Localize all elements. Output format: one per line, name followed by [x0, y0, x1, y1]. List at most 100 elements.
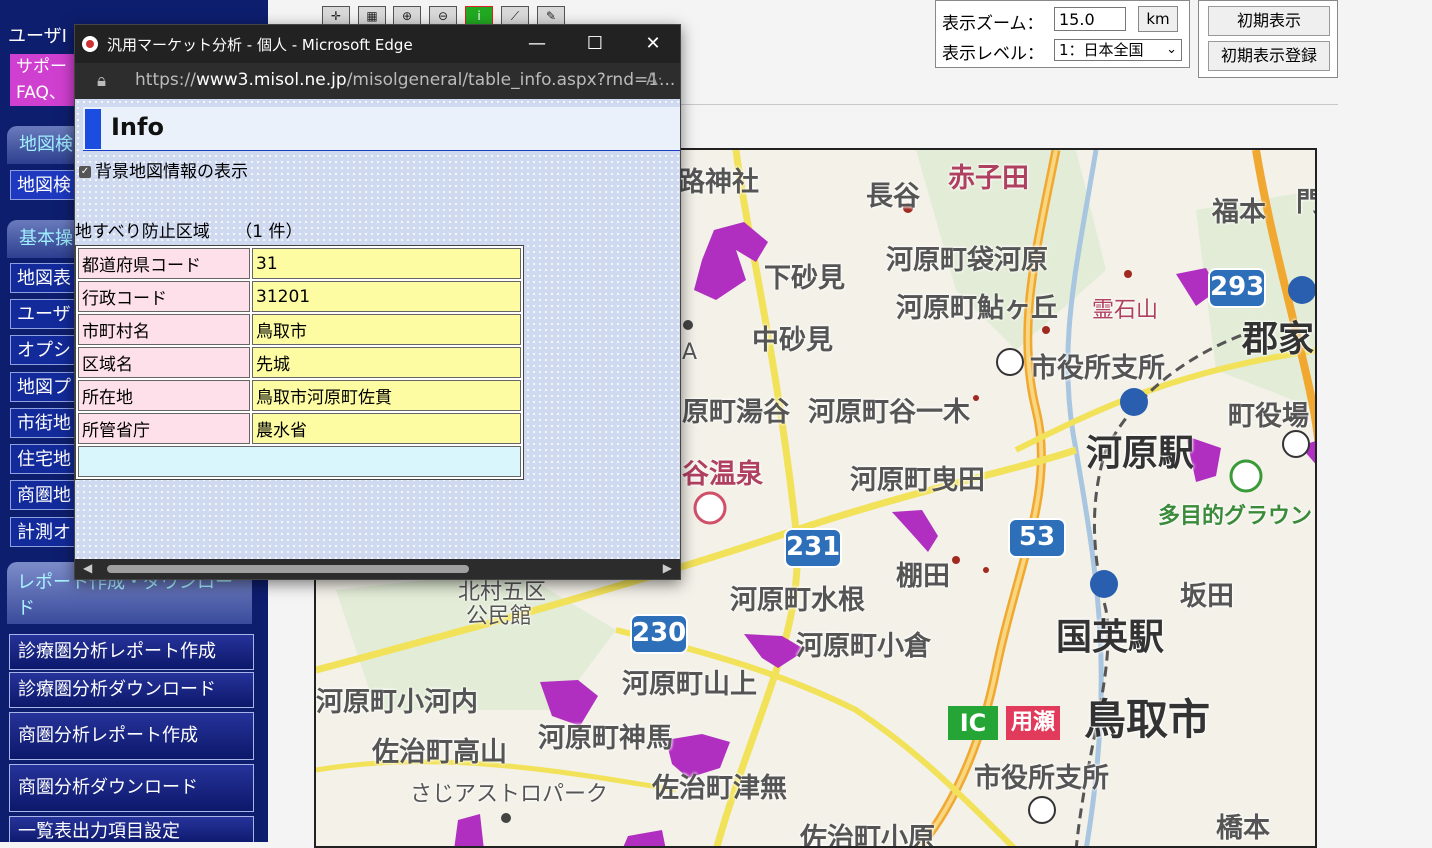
- map-label: A: [682, 340, 698, 365]
- row-value: 鳥取市: [252, 314, 521, 345]
- select-area-icon[interactable]: ▦: [358, 6, 386, 26]
- zoom-in-icon[interactable]: ⊕: [393, 6, 421, 26]
- map-label: 郡家: [1242, 319, 1315, 360]
- ic-badge: IC: [948, 706, 998, 740]
- scroll-left-icon[interactable]: ◀: [83, 561, 92, 575]
- initial-display-button[interactable]: 初期表示: [1208, 6, 1330, 36]
- checkbox-label: 背景地図情報の表示: [95, 162, 248, 182]
- header-accent-bar: [85, 109, 101, 149]
- read-aloud-icon[interactable]: Aᐧ: [646, 70, 662, 90]
- map-label: 路神社: [678, 167, 759, 198]
- url-text[interactable]: https://www3.misol.ne.jp/misolgeneral/ta…: [135, 70, 675, 90]
- map-label: 坂田: [1180, 581, 1234, 612]
- sidebar-title: ユーザI: [8, 26, 67, 47]
- info-popup-window: 汎用マーケット分析 - 個人 - Microsoft Edge — ☐ ✕ 🔒︎…: [74, 24, 681, 580]
- map-label: 国英駅: [1056, 617, 1165, 658]
- table-row: 所管省庁 農水省: [78, 413, 521, 444]
- table-row: 区域名 先城: [78, 347, 521, 378]
- map-label: 佐治町高山: [372, 737, 507, 768]
- minimize-icon[interactable]: —: [517, 29, 557, 59]
- map-label: 河原町袋河原: [886, 245, 1048, 276]
- map-label: 橋本: [1216, 813, 1270, 844]
- table-row-blank: [78, 446, 521, 477]
- list-output-settings-button[interactable]: 一覧表出力項目設定: [9, 816, 254, 842]
- checkbox-checked-icon[interactable]: ✓: [79, 166, 91, 178]
- row-key: 行政コード: [78, 281, 250, 312]
- map-label: 河原町小倉: [796, 631, 931, 662]
- info-table: 都道府県コード 31 行政コード 31201 市町村名 鳥取市 区域名 先城 所在地 鳥取…: [75, 245, 524, 480]
- map-label: 河原町曳田: [850, 465, 985, 496]
- close-icon[interactable]: ✕: [633, 29, 673, 59]
- measure-ruler-icon[interactable]: ⟋: [501, 6, 529, 26]
- row-key: 都道府県コード: [78, 248, 250, 279]
- trade-report-button[interactable]: 商圏分析レポート作成: [9, 712, 254, 760]
- row-key: 所管省庁: [78, 413, 250, 444]
- info-title: Info: [111, 113, 164, 141]
- map-label: 鳥取市: [1084, 695, 1211, 744]
- window-titlebar[interactable]: 汎用マーケット分析 - 個人 - Microsoft Edge — ☐ ✕: [75, 25, 680, 63]
- map-label: 多目的グラウン: [1158, 504, 1313, 529]
- trade-download-button[interactable]: 商圏分析ダウンロード: [9, 764, 254, 812]
- map-label: 河原町小河内: [316, 687, 478, 718]
- table-row: 市町村名 鳥取市: [78, 314, 521, 345]
- map-label: 霊石山: [1092, 298, 1159, 323]
- level-label: 表示レベル：: [942, 44, 1044, 64]
- clinic-report-button[interactable]: 診療圏分析レポート作成: [9, 634, 254, 670]
- map-label: 河原町水根: [730, 585, 865, 616]
- table-row: 都道府県コード 31: [78, 248, 521, 279]
- level-selected-value: 1：日本全国: [1059, 41, 1144, 59]
- map-label: 河原駅: [1086, 433, 1195, 474]
- pen-icon[interactable]: ✎: [537, 6, 565, 26]
- popup-content: Info ✓ 背景地図情報の表示 地すべり防止区域 （1 件） 都道府県コード 31…: [75, 99, 680, 561]
- info-icon[interactable]: i: [465, 6, 493, 26]
- lock-icon: 🔒︎: [97, 71, 107, 91]
- map-label: 河原町鮎ヶ丘: [896, 293, 1058, 324]
- chevron-down-icon: ⌄: [1166, 42, 1177, 57]
- scroll-thumb[interactable]: [107, 565, 469, 573]
- address-bar[interactable]: 🔒︎ https://www3.misol.ne.jp/misolgeneral…: [75, 63, 680, 99]
- clinic-download-button[interactable]: 診療圏分析ダウンロード: [9, 672, 254, 708]
- map-label: 原町湯谷: [682, 397, 790, 428]
- km-button[interactable]: km: [1138, 6, 1178, 32]
- place-badge: 用瀬: [1006, 706, 1060, 740]
- zoom-panel: 表示ズーム： km 表示レベル： 1：日本全国 ⌄: [935, 0, 1190, 68]
- bg-map-checkbox[interactable]: ✓ 背景地図情報の表示: [79, 157, 248, 182]
- map-label: 佐治町津無: [652, 773, 787, 804]
- map-label: さじアストロパーク: [410, 782, 609, 807]
- map-label: 河原町神馬: [538, 723, 673, 754]
- maximize-icon[interactable]: ☐: [575, 29, 615, 59]
- map-label: 長谷: [866, 181, 920, 212]
- scroll-right-icon[interactable]: ▶: [663, 561, 672, 575]
- initial-display-register-button[interactable]: 初期表示登録: [1208, 41, 1330, 71]
- map-label: 中砂見: [752, 325, 833, 356]
- zoom-out-icon[interactable]: ⊖: [429, 6, 457, 26]
- route-shield: 230: [630, 614, 688, 654]
- map-label: 河原町山上: [622, 669, 757, 700]
- initial-display-panel: 初期表示 初期表示登録: [1198, 0, 1338, 78]
- row-value: 先城: [252, 347, 521, 378]
- map-label: 佐治町小原: [800, 823, 935, 848]
- pan-tool-icon[interactable]: ✛: [322, 6, 350, 26]
- info-header: Info: [83, 107, 680, 151]
- map-label: 福本: [1212, 197, 1266, 228]
- map-label: 棚田: [896, 561, 950, 592]
- map-label: 市役所支所: [1030, 353, 1165, 384]
- zoom-label: 表示ズーム：: [942, 14, 1044, 34]
- horizontal-scrollbar[interactable]: ◀ ▶: [75, 559, 680, 579]
- row-key: 所在地: [78, 380, 250, 411]
- row-key: 市町村名: [78, 314, 250, 345]
- level-select[interactable]: 1：日本全国 ⌄: [1054, 39, 1182, 61]
- zoom-input[interactable]: [1054, 7, 1126, 31]
- route-shield: 53: [1008, 518, 1066, 558]
- map-label: 下砂見: [764, 263, 845, 294]
- row-value: 31: [252, 248, 521, 279]
- blank-cell: [78, 446, 521, 477]
- row-key: 区域名: [78, 347, 250, 378]
- map-label: 赤子田: [948, 163, 1029, 194]
- map-label: 公民館: [466, 604, 533, 629]
- window-title: 汎用マーケット分析 - 個人 - Microsoft Edge: [107, 36, 413, 54]
- edge-icon: [82, 36, 98, 52]
- table-row: 行政コード 31201: [78, 281, 521, 312]
- row-value: 31201: [252, 281, 521, 312]
- map-label: 町役場: [1228, 401, 1309, 432]
